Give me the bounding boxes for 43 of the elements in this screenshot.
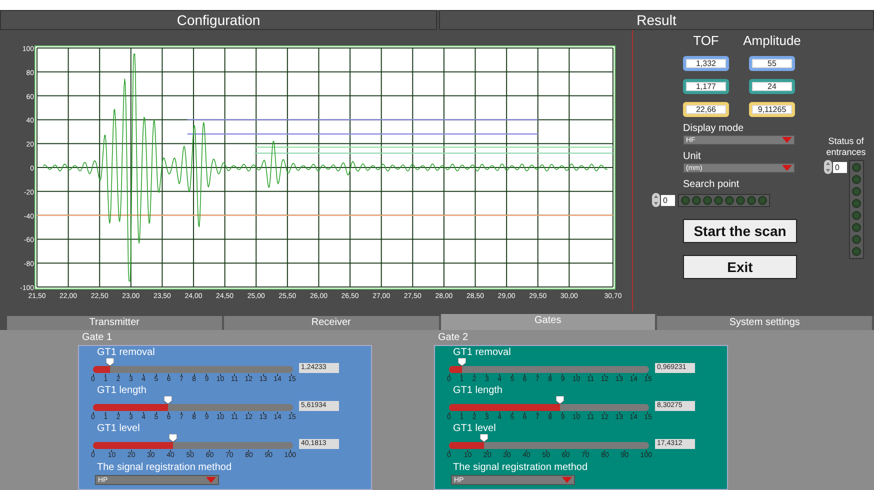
button[interactable]: Exit [683,255,797,279]
column-heading: TOF [693,34,719,48]
section-title: Result [439,10,874,30]
caret-icon [782,165,792,171]
slider-track[interactable] [93,442,293,449]
readout-field: 1,332 [683,56,729,71]
tab[interactable]: System settings [657,316,874,330]
number-field[interactable]: 0 [833,162,847,172]
button[interactable]: Start the scan [683,219,797,243]
readout-field: 24 [749,79,795,94]
tab[interactable]: Transmitter [7,316,224,330]
caret-icon [782,137,792,143]
tab[interactable]: Receiver [224,316,440,330]
field-label: Status of entrances [825,136,867,158]
slider-track[interactable] [93,366,293,373]
number-field[interactable]: 0 [661,194,675,206]
field-label: The signal registration method [96,462,233,473]
slider-track[interactable] [449,404,649,411]
field-label: Unit [683,151,701,163]
field-label: The signal registration method [452,462,589,473]
section-title: Configuration [0,10,437,30]
readout-field: 55 [749,56,795,71]
slider-track[interactable] [449,442,649,449]
slider-track[interactable] [449,366,649,373]
group-title: Gate 2 [437,331,470,345]
field-label: Search point [683,179,740,191]
caret-icon [206,477,216,483]
column-heading: Amplitude [743,34,801,48]
spinner-arrows-icon[interactable] [824,160,832,174]
slider-track[interactable] [93,404,293,411]
slider-label: GT1 level [452,423,497,434]
slider-label: GT1 removal [452,347,512,358]
readout-field: 22,66 [683,102,729,117]
slider-label: GT1 length [96,385,148,396]
slider-label: GT1 length [452,385,504,396]
slider-label: GT1 level [96,423,141,434]
readout-field: 9,11265 [749,102,795,117]
readout-field: 1,177 [683,79,729,94]
group-title: Gate 1 [81,331,114,345]
slider-label: GT1 removal [96,347,156,358]
field-label: Display mode [683,123,744,135]
caret-icon [562,477,572,483]
spinner-arrows-icon[interactable] [652,193,660,207]
